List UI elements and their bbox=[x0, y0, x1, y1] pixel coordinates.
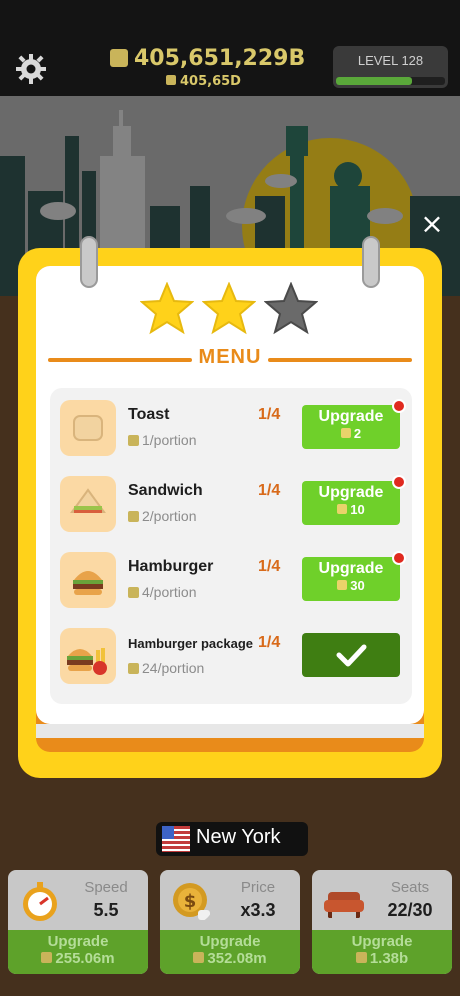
binder-ring-right bbox=[362, 236, 380, 288]
menu-divider-left bbox=[48, 358, 192, 362]
stopwatch-icon bbox=[23, 882, 57, 921]
upgrade-label: Upgrade bbox=[318, 408, 384, 425]
star-icon bbox=[202, 282, 256, 335]
close-button[interactable]: × bbox=[420, 210, 444, 238]
upgrade-label: Upgrade bbox=[351, 933, 413, 950]
money-display: 405,651,229B bbox=[110, 46, 350, 71]
menu-item-sandwich: Sandwich 2/portion 1/4 Upgrade 10 bbox=[50, 464, 412, 540]
item-name: Hamburger package bbox=[128, 636, 253, 651]
usa-flag-icon bbox=[162, 826, 190, 852]
notification-dot bbox=[392, 551, 406, 565]
star-empty-icon bbox=[264, 282, 318, 335]
upgrade-button[interactable]: Upgrade 2 bbox=[302, 399, 406, 449]
item-count: 1/4 bbox=[258, 406, 281, 423]
menu-item-toast: Toast 1/portion 1/4 Upgrade 2 bbox=[50, 388, 412, 464]
menu-list: Toast 1/portion 1/4 Upgrade 2 Sandwich 2… bbox=[50, 388, 412, 704]
money-small-icon bbox=[128, 663, 139, 674]
menu-paper-page-edge bbox=[36, 724, 424, 738]
money-small-icon bbox=[355, 952, 367, 963]
star-icon bbox=[140, 282, 194, 335]
item-name: Sandwich bbox=[128, 482, 203, 499]
item-count: 1/4 bbox=[258, 634, 281, 651]
hamburger-package-icon bbox=[60, 628, 116, 684]
upgrade-cost: 1.38b bbox=[312, 950, 452, 967]
item-portion: 2/portion bbox=[128, 508, 196, 524]
upgrade-cost: 255.06m bbox=[8, 950, 148, 967]
stat-label: Price bbox=[240, 879, 276, 896]
level-box: LEVEL 128 bbox=[333, 46, 448, 88]
sofa-icon bbox=[324, 892, 364, 918]
svg-text:$: $ bbox=[184, 891, 197, 912]
binder-ring-left bbox=[80, 236, 98, 288]
gear-icon[interactable] bbox=[15, 53, 47, 85]
upgrade-label: Upgrade bbox=[318, 484, 384, 501]
money-value: 405,651,229B bbox=[134, 46, 306, 71]
stat-upgrade-button[interactable]: Upgrade 352.08m bbox=[160, 930, 300, 974]
stat-label: Seats bbox=[390, 879, 430, 896]
rating-stars bbox=[140, 282, 320, 338]
stat-price: $ Price x3.3 Upgrade 352.08m bbox=[160, 870, 300, 974]
menu-title: MENU bbox=[198, 346, 262, 368]
hamburger-icon bbox=[60, 552, 116, 608]
money-small-icon bbox=[193, 952, 205, 963]
item-count: 1/4 bbox=[258, 482, 281, 499]
money-small-icon bbox=[337, 504, 348, 514]
coin-icon: $ bbox=[173, 883, 210, 920]
upgrade-cost: 30 bbox=[302, 578, 400, 593]
checkmark-icon bbox=[336, 644, 367, 667]
city-name: New York bbox=[196, 826, 281, 848]
money-small-icon bbox=[128, 435, 139, 446]
upgrade-label: Upgrade bbox=[318, 560, 384, 577]
item-portion: 24/portion bbox=[128, 660, 204, 676]
money-small-icon bbox=[166, 75, 176, 85]
item-name: Toast bbox=[128, 406, 170, 423]
money-icon bbox=[110, 49, 128, 67]
stat-seats: Seats 22/30 Upgrade 1.38b bbox=[312, 870, 452, 974]
stat-upgrade-button[interactable]: Upgrade 255.06m bbox=[8, 930, 148, 974]
menu-item-hamburger-package: Hamburger package 24/portion 1/4 bbox=[50, 616, 412, 692]
notification-dot bbox=[392, 399, 406, 413]
money-small-icon bbox=[340, 428, 351, 438]
upgrade-cost: 352.08m bbox=[160, 950, 300, 967]
stat-label: Speed bbox=[84, 879, 128, 896]
upgrade-cost: 10 bbox=[302, 502, 400, 517]
stat-speed: Speed 5.5 Upgrade 255.06m bbox=[8, 870, 148, 974]
money-sub-display: 405,65D bbox=[166, 74, 241, 89]
item-portion: 4/portion bbox=[128, 584, 196, 600]
menu-item-hamburger: Hamburger 4/portion 1/4 Upgrade 30 bbox=[50, 540, 412, 616]
stat-value: 22/30 bbox=[387, 900, 433, 920]
sandwich-icon bbox=[60, 476, 116, 532]
stat-value: 5.5 bbox=[93, 900, 119, 920]
upgrade-button[interactable]: Upgrade 30 bbox=[302, 551, 406, 601]
item-name: Hamburger bbox=[128, 558, 214, 575]
upgrade-cost: 2 bbox=[302, 426, 400, 441]
toast-icon bbox=[60, 400, 116, 456]
upgrade-button[interactable]: Upgrade 10 bbox=[302, 475, 406, 525]
stat-value: x3.3 bbox=[240, 900, 276, 920]
menu-divider-right bbox=[268, 358, 412, 362]
notification-dot bbox=[392, 475, 406, 489]
item-portion: 1/portion bbox=[128, 432, 196, 448]
level-label: LEVEL 128 bbox=[357, 53, 424, 68]
level-progress-fill bbox=[336, 77, 412, 85]
money-small-icon bbox=[337, 580, 348, 590]
money-sub-value: 405,65D bbox=[180, 74, 241, 89]
upgrade-label: Upgrade bbox=[199, 933, 261, 950]
completed-button[interactable] bbox=[302, 633, 400, 677]
money-small-icon bbox=[41, 952, 53, 963]
item-count: 1/4 bbox=[258, 558, 281, 575]
money-small-icon bbox=[128, 511, 139, 522]
city-label: New York bbox=[156, 822, 308, 856]
stat-upgrade-button[interactable]: Upgrade 1.38b bbox=[312, 930, 452, 974]
money-small-icon bbox=[128, 587, 139, 598]
upgrade-label: Upgrade bbox=[47, 933, 109, 950]
